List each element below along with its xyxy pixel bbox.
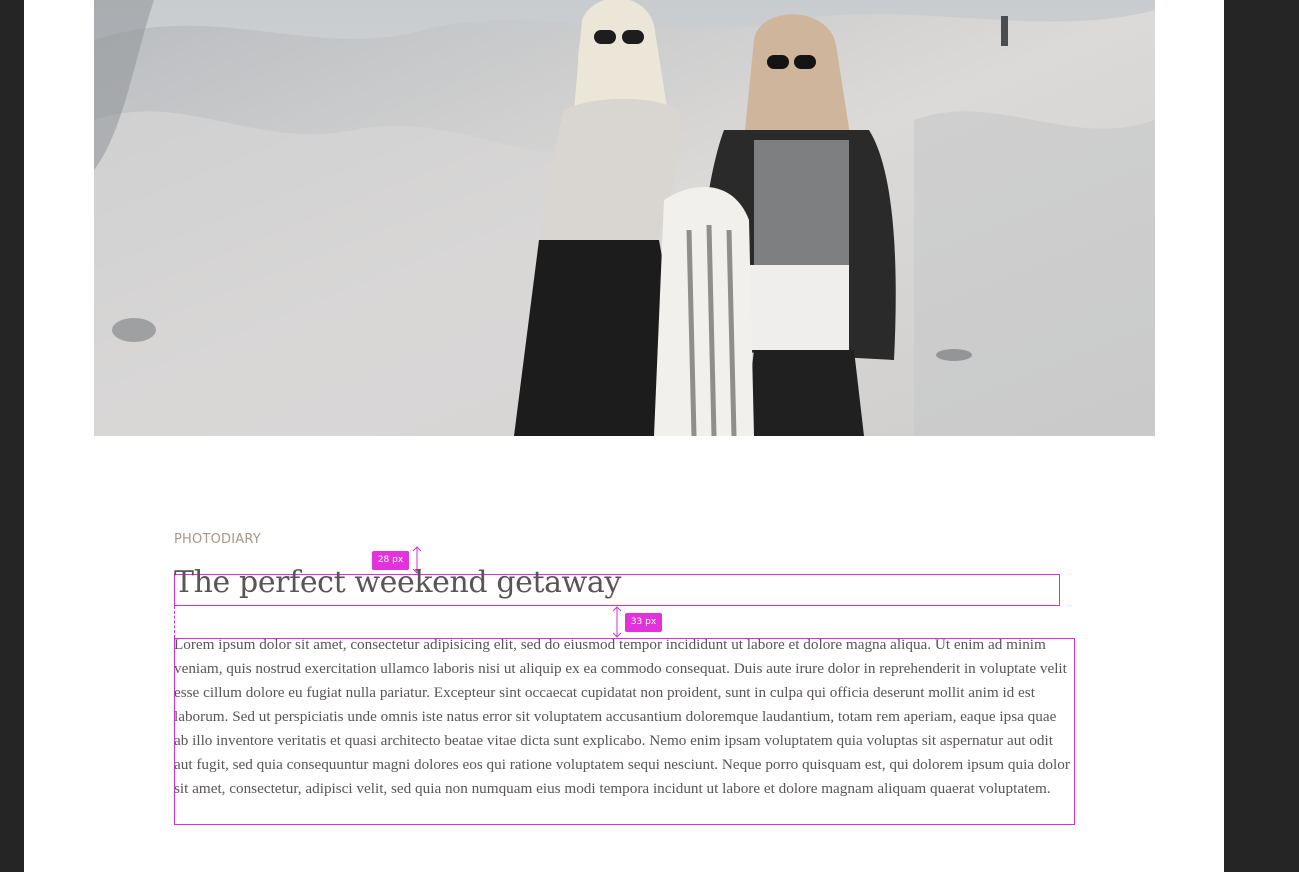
eyebrow-label: PHOTODIARY bbox=[174, 532, 261, 547]
article-body[interactable]: Lorem ipsum dolor sit amet, consectetur … bbox=[174, 633, 1070, 801]
editor-canvas: PHOTODIARY 28 px The perfect weekend get… bbox=[24, 0, 1224, 872]
spacing-badge-title-body: 33 px bbox=[625, 613, 662, 632]
hero-image[interactable] bbox=[94, 0, 1155, 436]
article-title[interactable]: The perfect weekend getaway bbox=[174, 565, 621, 600]
hero-photo-illustration bbox=[94, 0, 1155, 436]
